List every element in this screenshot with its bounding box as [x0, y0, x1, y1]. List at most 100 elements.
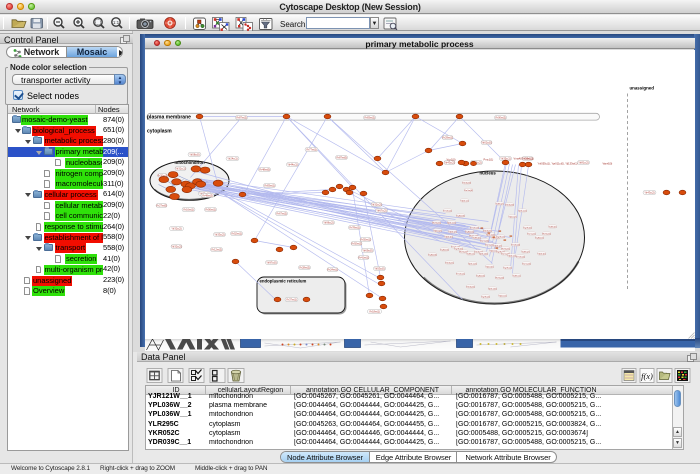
svg-text:Yol8c(2): Yol8c(2) — [521, 251, 529, 253]
svg-text:Ybr5w(1): Ybr5w(1) — [432, 221, 441, 224]
svg-text:cytoplasm: cytoplasm — [147, 128, 172, 134]
svg-text:Ybr5w(0): Ybr5w(0) — [495, 276, 504, 279]
svg-text:Ypl1w(0): Ypl1w(0) — [479, 253, 488, 255]
svg-text:Yol8c(2): Yol8c(2) — [495, 203, 503, 205]
svg-text:Ylr29w(1): Ylr29w(1) — [441, 135, 452, 139]
svg-text:Ylr97c(0): Ylr97c(0) — [266, 260, 277, 264]
svg-text:Ylr28w(2): Ylr28w(2) — [298, 265, 309, 269]
svg-text:Ygl6w(0): Ygl6w(0) — [428, 254, 437, 256]
svg-text:Ylr44c(1): Ylr44c(1) — [287, 162, 298, 166]
svg-text:Ypl1w(1): Ypl1w(1) — [518, 210, 527, 212]
svg-text:Yol8c(1): Yol8c(1) — [512, 275, 520, 277]
svg-text:Ylr02c(0): Ylr02c(0) — [481, 140, 492, 144]
svg-text:Ylr67c(2): Ylr67c(2) — [376, 208, 387, 212]
svg-text:Ymr3c(1): Ymr3c(1) — [456, 272, 465, 275]
svg-text:Ymr3c(2): Ymr3c(2) — [443, 209, 452, 212]
svg-text:Ylr58c(0): Ylr58c(0) — [189, 152, 200, 156]
svg-text:Ymr3c(2): Ymr3c(2) — [516, 255, 525, 258]
svg-text:Ynl055c(1), Ypr011c(0), Yjl133: Ynl055c(1), Ypr011c(0), Yjl133w(1) — [537, 161, 577, 165]
svg-text:Ylr41w(1): Ylr41w(1) — [357, 255, 368, 259]
svg-text:nucleus: nucleus — [479, 170, 496, 175]
svg-text:Yor1w(2): Yor1w(2) — [480, 239, 489, 242]
svg-text:Ypl1w(0): Ypl1w(0) — [488, 288, 497, 290]
svg-text:Ydl4c(0): Ydl4c(0) — [537, 253, 545, 255]
svg-text:plasma membrane: plasma membrane — [147, 114, 191, 120]
svg-text:Cch1(1): Cch1(1) — [524, 156, 533, 160]
svg-text:Ylr69c(0): Ylr69c(0) — [362, 248, 373, 252]
svg-text:Ylr32c(2): Ylr32c(2) — [371, 202, 382, 206]
svg-text:Yol8c(0): Yol8c(0) — [472, 237, 480, 239]
svg-text:Ylr27w(0): Ylr27w(0) — [155, 203, 166, 207]
svg-text:Ydr4w(0): Ydr4w(0) — [462, 181, 471, 184]
svg-text:Ylr48w(0): Ylr48w(0) — [258, 167, 269, 171]
svg-text:Ygr9c(0): Ygr9c(0) — [523, 226, 532, 229]
svg-text:Ylr32c(2): Ylr32c(2) — [171, 244, 182, 248]
svg-text:Ylr67w(2): Ylr67w(2) — [275, 211, 286, 215]
svg-text:f(x): f(x) — [641, 371, 653, 381]
svg-text:Ylr24w(1): Ylr24w(1) — [326, 267, 337, 271]
svg-text:Vcx1(0): Vcx1(0) — [446, 157, 455, 161]
svg-text:Ylr56w(1): Ylr56w(1) — [204, 207, 215, 211]
svg-text:Ybr5w(1): Ybr5w(1) — [501, 247, 510, 250]
svg-text:Ygr9c(1): Ygr9c(1) — [496, 235, 505, 238]
svg-text:Ylr32c(2): Ylr32c(2) — [171, 226, 182, 230]
svg-text:Ydl4c(1): Ydl4c(1) — [507, 255, 515, 257]
svg-text:unassigned: unassigned — [629, 85, 654, 90]
svg-text:Ypl1w(2): Ypl1w(2) — [468, 263, 477, 265]
svg-text:Yjl2w(2): Yjl2w(2) — [508, 216, 516, 218]
svg-text:Ylr32c(1): Ylr32c(1) — [175, 166, 186, 170]
svg-text:Ylr33c(2): Ylr33c(2) — [214, 232, 225, 236]
svg-text:Ylr37w(1): Ylr37w(1) — [285, 297, 296, 301]
svg-text:Ygl6w(0): Ygl6w(0) — [456, 215, 465, 217]
svg-text:Ylr77w(1): Ylr77w(1) — [305, 147, 316, 151]
svg-text:Ypl1w(1): Ypl1w(1) — [447, 222, 456, 224]
svg-text:Yjl2w(0): Yjl2w(0) — [485, 266, 493, 268]
svg-text:Yol8c(0): Yol8c(0) — [548, 226, 556, 228]
svg-text:Ylr81c(2): Ylr81c(2) — [578, 160, 589, 164]
svg-text:Yor1w(2): Yor1w(2) — [522, 262, 531, 265]
svg-text:Ylr16w(1): Ylr16w(1) — [182, 207, 193, 211]
svg-text:Vma4(0): Vma4(0) — [513, 156, 523, 160]
svg-text:Ylr55w(1): Ylr55w(1) — [359, 237, 370, 241]
svg-text:Ymr3c(0): Ymr3c(0) — [470, 226, 479, 229]
svg-text:Ygl6w(2): Ygl6w(2) — [440, 249, 449, 251]
svg-text:Ygl6w(2): Ygl6w(2) — [476, 275, 485, 277]
svg-text:Ylr12w(2): Ylr12w(2) — [210, 247, 221, 251]
svg-text:Ybr5w(2): Ybr5w(2) — [542, 232, 551, 235]
svg-text:Ylr87w(2): Ylr87w(2) — [235, 115, 246, 119]
svg-text:Yjl2w(1): Yjl2w(1) — [498, 295, 506, 297]
svg-text:Ylr52w(1): Ylr52w(1) — [230, 231, 241, 235]
svg-text:Ygr9c(1): Ygr9c(1) — [503, 266, 512, 269]
svg-text:Ydl4c(1): Ydl4c(1) — [460, 200, 468, 202]
svg-text:Ydl4c(2): Ydl4c(2) — [493, 245, 501, 247]
svg-text:Ylr83w(2): Ylr83w(2) — [363, 115, 374, 119]
svg-text:Ylr43c(2): Ylr43c(2) — [644, 190, 655, 194]
svg-text:Yor1w(0): Yor1w(0) — [464, 188, 473, 191]
svg-text:Ylr49w(2): Ylr49w(2) — [201, 193, 212, 197]
svg-text:1:1: 1:1 — [113, 20, 120, 25]
svg-text:Yjl2w(2): Yjl2w(2) — [433, 230, 441, 232]
svg-text:Ylr83w(1): Ylr83w(1) — [263, 183, 274, 187]
svg-text:Ydl4c(0): Ydl4c(0) — [444, 236, 452, 238]
svg-text:Ylr24c(1): Ylr24c(1) — [227, 156, 238, 160]
svg-text:Ygr9c(2): Ygr9c(2) — [481, 295, 490, 298]
svg-text:Ylr53c(0): Ylr53c(0) — [374, 266, 385, 270]
svg-text:Ylr18w(1): Ylr18w(1) — [368, 309, 379, 313]
svg-text:Ygl6w(1): Ygl6w(1) — [465, 231, 474, 233]
svg-text:Pmc1(1): Pmc1(1) — [483, 157, 493, 161]
svg-text:mitochondrion: mitochondrion — [174, 160, 204, 165]
svg-text:Ydr4w(2): Ydr4w(2) — [466, 285, 475, 288]
svg-text:Ylr00w(2): Ylr00w(2) — [494, 115, 505, 119]
svg-text:Vam6(0): Vam6(0) — [602, 161, 612, 165]
svg-text:Ylr87w(0): Ylr87w(0) — [335, 155, 346, 159]
svg-text:Ydr4w(0): Ydr4w(0) — [505, 203, 514, 206]
svg-text:Ydr4w(1): Ydr4w(1) — [445, 261, 454, 264]
svg-text:Ylr78w(1): Ylr78w(1) — [348, 225, 359, 229]
svg-text:Ylr96c(2): Ylr96c(2) — [323, 220, 334, 224]
svg-text:endoplasmic reticulum: endoplasmic reticulum — [259, 278, 306, 283]
svg-text:Ygr9c(0): Ygr9c(0) — [454, 247, 463, 250]
svg-text:Ydl4c(2): Ydl4c(2) — [448, 231, 456, 233]
svg-text:Yor1w(1): Yor1w(1) — [527, 232, 536, 235]
svg-text:Ymr3c(0): Ymr3c(0) — [511, 243, 520, 246]
svg-text:Yol8c(1): Yol8c(1) — [466, 253, 474, 255]
